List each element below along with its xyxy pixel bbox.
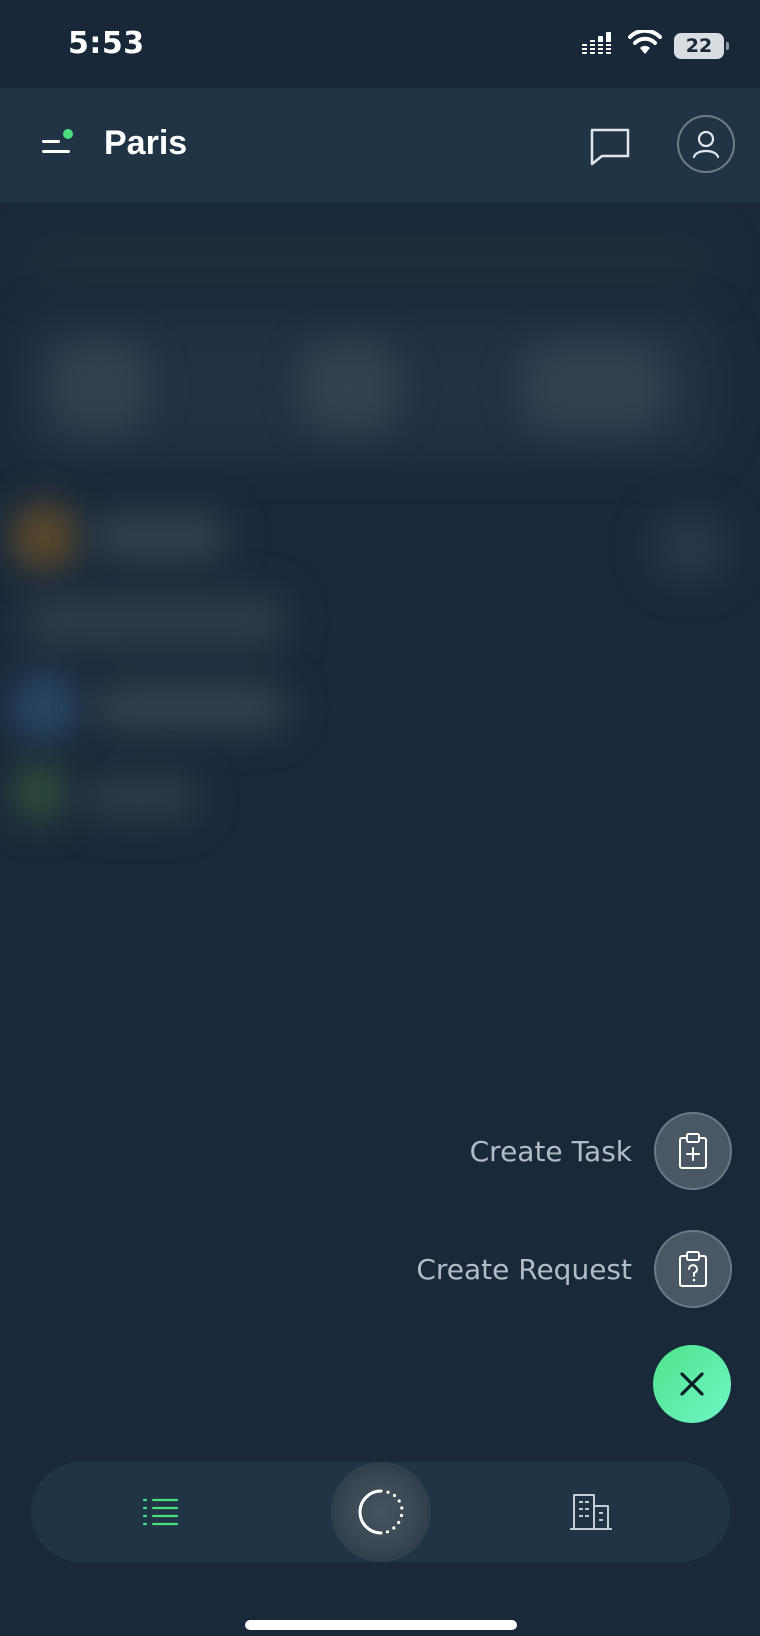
status-time: 5:53: [68, 26, 145, 61]
status-icons: 22: [580, 28, 729, 61]
user-icon: [692, 130, 720, 159]
activity-button-glow: [331, 1462, 431, 1562]
notification-dot: [63, 129, 73, 139]
menu-button[interactable]: [38, 128, 78, 164]
create-task-label[interactable]: Create Task: [470, 1135, 632, 1168]
location-title[interactable]: Paris: [104, 124, 187, 163]
top-app-bar: Paris: [0, 88, 760, 202]
wifi-icon: [628, 28, 662, 61]
home-indicator[interactable]: [245, 1620, 517, 1630]
nav-item-activity[interactable]: [331, 1462, 431, 1562]
nav-item-buildings[interactable]: [541, 1462, 641, 1562]
loading-circle-icon: [358, 1489, 404, 1535]
fab-close-button[interactable]: [653, 1345, 731, 1423]
profile-button[interactable]: [677, 115, 735, 173]
bottom-navigation: [31, 1462, 730, 1562]
create-request-action[interactable]: Create Request: [416, 1230, 732, 1308]
chat-button[interactable]: [588, 126, 632, 166]
list-icon: [142, 1498, 179, 1526]
create-task-button[interactable]: [654, 1112, 732, 1190]
close-icon: [680, 1372, 704, 1396]
cellular-signal-icon: [580, 30, 616, 61]
create-request-label[interactable]: Create Request: [416, 1253, 632, 1286]
nav-item-list[interactable]: [111, 1462, 211, 1562]
create-request-button[interactable]: [654, 1230, 732, 1308]
create-task-action[interactable]: Create Task: [470, 1112, 732, 1190]
chat-bubble-icon: [590, 128, 630, 166]
clipboard-plus-icon: [679, 1133, 707, 1169]
battery-icon: 22: [674, 32, 729, 59]
blurred-background-content: [0, 202, 760, 902]
building-icon: [570, 1494, 612, 1530]
clipboard-question-icon: [679, 1251, 707, 1287]
battery-level: 22: [685, 34, 713, 57]
status-bar: 5:53 22: [0, 0, 760, 88]
menu-icon: [42, 129, 73, 153]
